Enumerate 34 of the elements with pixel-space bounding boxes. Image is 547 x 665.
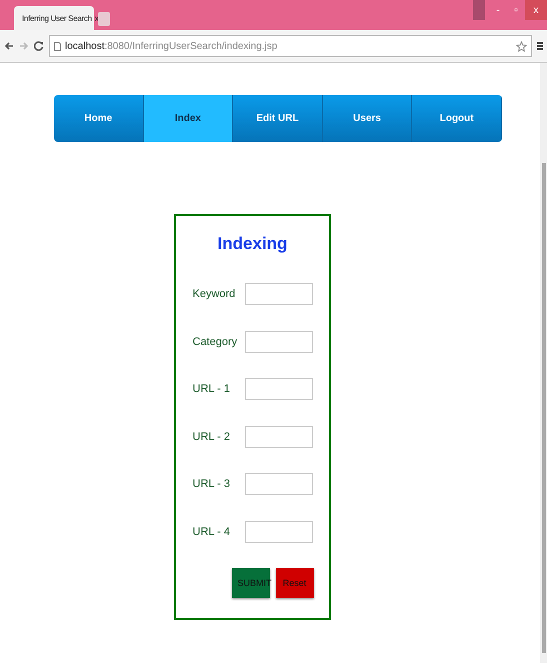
field-label: URL - 4 xyxy=(192,526,230,538)
tab-title: Inferring User Search xyxy=(22,14,92,22)
forward-icon[interactable] xyxy=(19,41,29,51)
nav-item[interactable]: Users xyxy=(322,95,412,142)
scrollbar[interactable] xyxy=(540,63,547,663)
field-label: URL - 3 xyxy=(192,478,230,490)
tab-close-button[interactable]: x xyxy=(94,14,99,22)
input-field[interactable] xyxy=(244,473,312,495)
field-label: Keyword xyxy=(192,288,236,300)
nav-item[interactable]: Logout xyxy=(412,95,502,142)
user-icon[interactable] xyxy=(473,0,485,20)
field-label: URL - 2 xyxy=(192,430,230,442)
nav-item[interactable]: Index xyxy=(144,95,234,142)
url-text: localhost:8080/InferringUserSearch/indexing.jsp xyxy=(65,40,278,52)
field-label: Category xyxy=(192,336,238,348)
reset-button[interactable]: Reset xyxy=(276,568,314,598)
input-field[interactable] xyxy=(244,378,312,400)
input-field[interactable] xyxy=(244,426,312,448)
star-icon[interactable] xyxy=(516,40,527,52)
maximize-button[interactable]: ▫ xyxy=(507,0,525,20)
nav-item[interactable]: Edit URL xyxy=(233,95,323,142)
form-title: Indexing xyxy=(218,234,288,254)
menu-icon[interactable] xyxy=(537,41,543,51)
input-field[interactable] xyxy=(244,283,312,305)
back-icon[interactable] xyxy=(4,41,14,51)
input-field[interactable] xyxy=(244,330,312,352)
field-label: URL - 1 xyxy=(192,383,230,395)
input-field[interactable] xyxy=(244,520,312,542)
new-tab-button[interactable] xyxy=(98,12,110,26)
address-bar[interactable]: localhost:8080/InferringUserSearch/indexing.jsp xyxy=(49,35,532,57)
reload-icon[interactable] xyxy=(34,41,44,51)
close-button[interactable]: x xyxy=(525,0,547,20)
page-icon xyxy=(54,42,61,50)
minimize-button[interactable]: - xyxy=(489,0,507,20)
